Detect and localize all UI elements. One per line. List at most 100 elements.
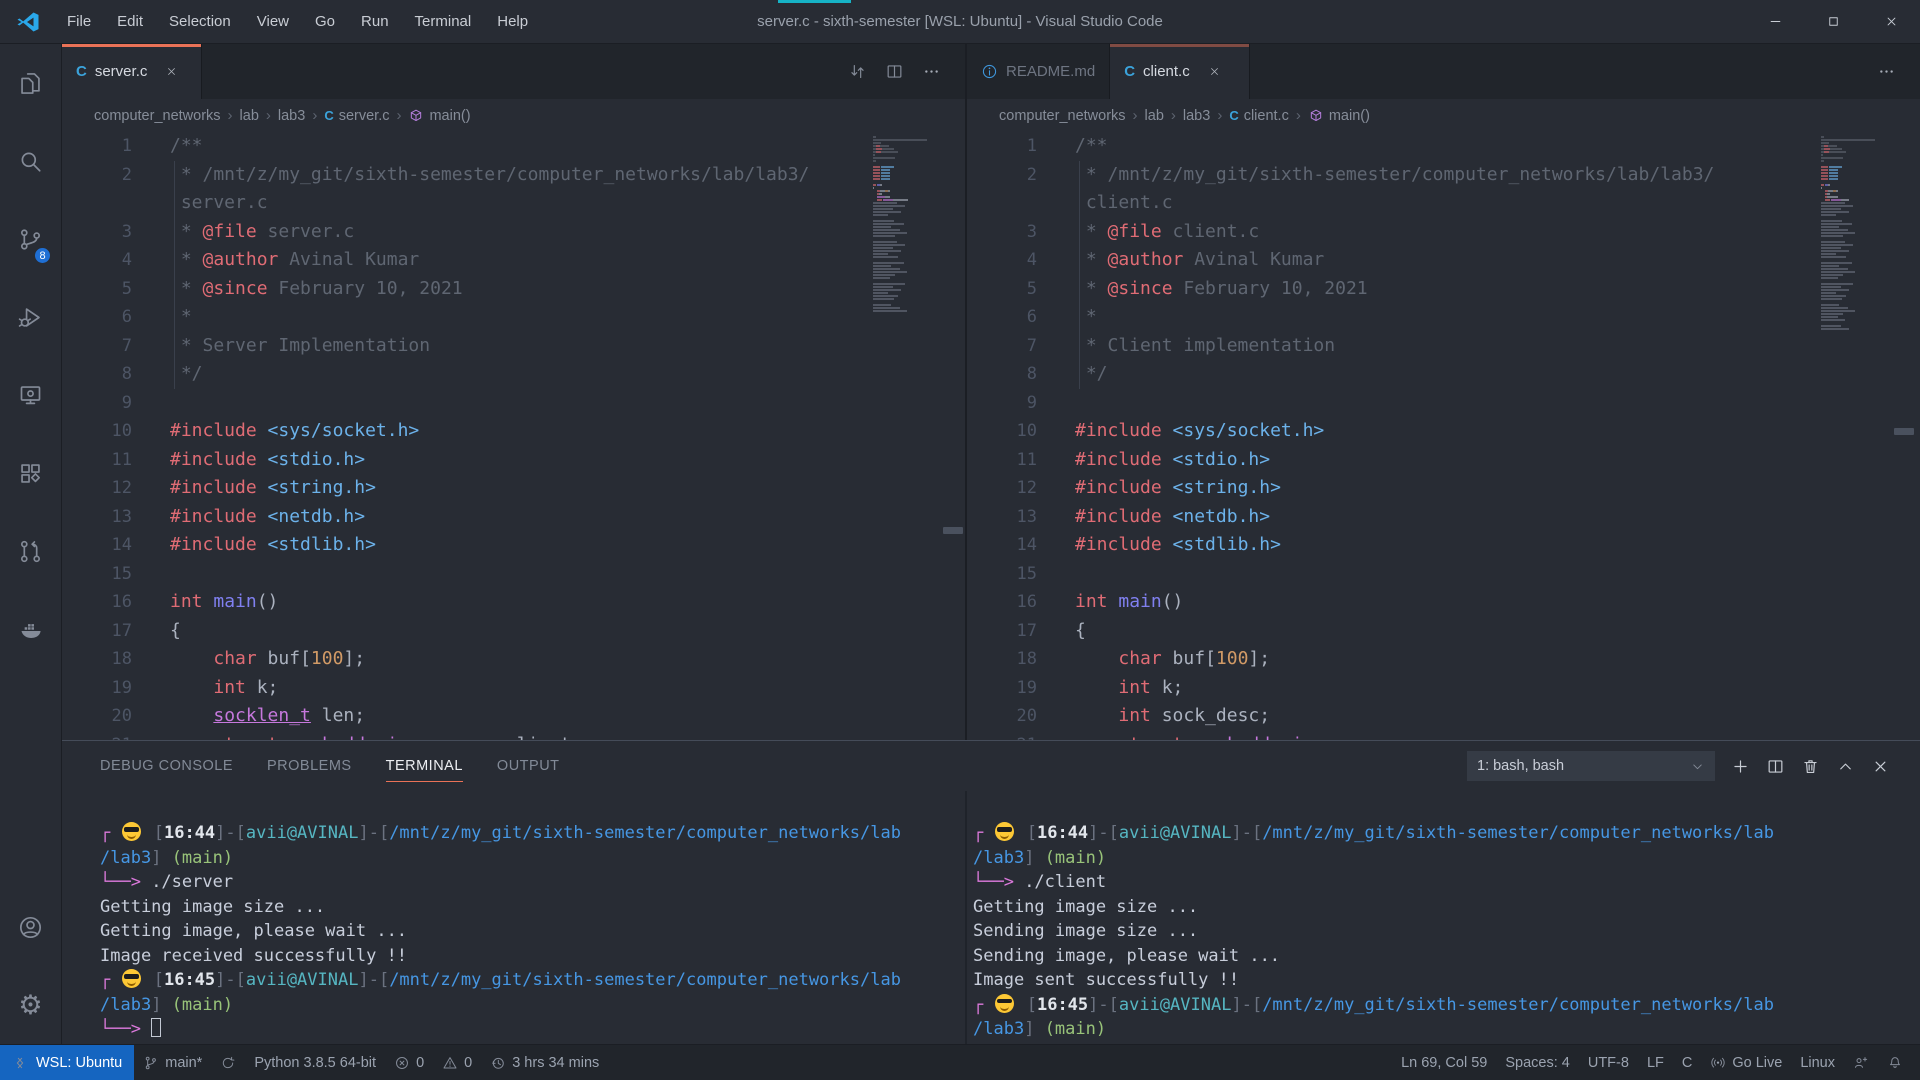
- code-line: 5 * @since February 10, 2021: [62, 275, 965, 304]
- panel-tab-terminal[interactable]: TERMINAL: [386, 741, 463, 791]
- panel-tab-output[interactable]: OUTPUT: [497, 741, 560, 791]
- breadcrumb: computer_networks›lab›lab3›Cserver.c›mai…: [62, 99, 965, 132]
- code-line: 2 * /mnt/z/my_git/sixth-semester/compute…: [967, 161, 1920, 190]
- code-line: 18 char buf[100];: [62, 645, 965, 674]
- code-editor[interactable]: 1/**2 * /mnt/z/my_git/sixth-semester/com…: [62, 132, 965, 740]
- minimap[interactable]: [873, 136, 927, 313]
- menu-file[interactable]: File: [54, 0, 104, 44]
- activity-account[interactable]: [0, 888, 61, 966]
- terminal-line: ┌ [16:45]-[avii@AVINAL]-[/mnt/z/my_git/s…: [100, 968, 965, 993]
- close-panel-button[interactable]: [1871, 757, 1890, 776]
- breadcrumb-item[interactable]: Cserver.c: [324, 108, 389, 124]
- kill-terminal-button[interactable]: [1801, 757, 1820, 776]
- activity-explorer[interactable]: [0, 44, 61, 122]
- minimize-button[interactable]: [1746, 0, 1804, 44]
- terminal-line: /lab3] (main): [100, 846, 965, 871]
- terminal-line: Image received successfully !!: [100, 944, 965, 969]
- account-icon: [17, 914, 44, 941]
- indent-guide: [174, 161, 175, 389]
- breadcrumb-item[interactable]: Cclient.c: [1229, 108, 1289, 124]
- tab-bar: README.mdCclient.c: [967, 44, 1920, 99]
- more-icon: [922, 62, 941, 81]
- scrollbar-slider[interactable]: [943, 527, 963, 534]
- minimap[interactable]: [1821, 136, 1875, 331]
- activity-settings[interactable]: ⚙: [0, 966, 61, 1044]
- breadcrumb-item[interactable]: main(): [408, 108, 470, 124]
- terminal-line: └──> ./server: [100, 870, 965, 895]
- status-bell[interactable]: [1878, 1045, 1912, 1080]
- terminal-left[interactable]: ┌ [16:44]-[avii@AVINAL]-[/mnt/z/my_git/s…: [62, 791, 965, 1044]
- activity-docker[interactable]: [0, 590, 61, 668]
- menu-view[interactable]: View: [244, 0, 302, 44]
- code-line: 12#include <string.h>: [62, 474, 965, 503]
- status-ln-69-col-59[interactable]: Ln 69, Col 59: [1392, 1045, 1496, 1080]
- status-3-hrs-34-mins[interactable]: 3 hrs 34 mins: [481, 1045, 608, 1080]
- tab-client.c[interactable]: Cclient.c: [1110, 44, 1250, 99]
- tab-server.c[interactable]: Cserver.c: [62, 44, 202, 99]
- breadcrumb-item[interactable]: computer_networks: [94, 108, 221, 124]
- activity-github-pull-requests[interactable]: [0, 512, 61, 590]
- code-line: 14#include <stdlib.h>: [62, 531, 965, 560]
- tab-README.md[interactable]: README.md: [967, 44, 1110, 99]
- menu-go[interactable]: Go: [302, 0, 348, 44]
- menu-run[interactable]: Run: [348, 0, 402, 44]
- status-python-3-8-5-64-bit[interactable]: Python 3.8.5 64-bit: [245, 1045, 385, 1080]
- c-file-icon: C: [1124, 63, 1135, 80]
- breadcrumb-item[interactable]: lab3: [1183, 108, 1210, 124]
- terminal-line: └──>: [100, 1017, 965, 1042]
- close-icon[interactable]: [1208, 65, 1221, 78]
- activity-remote-explorer[interactable]: [0, 356, 61, 434]
- status-lf[interactable]: LF: [1638, 1045, 1673, 1080]
- more-button[interactable]: [1877, 62, 1896, 81]
- menu-selection[interactable]: Selection: [156, 0, 244, 44]
- status-utf-8[interactable]: UTF-8: [1579, 1045, 1638, 1080]
- activity-run-and-debug[interactable]: [0, 278, 61, 356]
- status-go-live[interactable]: Go Live: [1701, 1045, 1791, 1080]
- code-line: 9: [62, 389, 965, 418]
- terminal-cursor: [151, 1018, 161, 1037]
- code-line: 1/**: [967, 132, 1920, 161]
- breadcrumb-item[interactable]: lab: [1145, 108, 1164, 124]
- maximize-button[interactable]: [1804, 0, 1862, 44]
- breadcrumb-item[interactable]: computer_networks: [999, 108, 1126, 124]
- kill-terminal-icon: [1801, 757, 1820, 776]
- panel-tab-debug-console[interactable]: DEBUG CONSOLE: [100, 741, 233, 791]
- close-icon[interactable]: [165, 65, 178, 78]
- activity-search[interactable]: [0, 122, 61, 200]
- breadcrumb-item[interactable]: lab3: [278, 108, 305, 124]
- menu-terminal[interactable]: Terminal: [402, 0, 485, 44]
- terminal-picker-dropdown[interactable]: 1: bash, bash: [1467, 751, 1715, 781]
- breadcrumb-separator: ›: [1217, 107, 1222, 124]
- docker-icon: [17, 616, 44, 643]
- activity-source-control[interactable]: 8: [0, 200, 61, 278]
- panel-tab-problems[interactable]: PROBLEMS: [267, 741, 352, 791]
- menu-edit[interactable]: Edit: [104, 0, 156, 44]
- status-0[interactable]: 0: [385, 1045, 433, 1080]
- close-button[interactable]: [1862, 0, 1920, 44]
- breadcrumb-item[interactable]: lab: [240, 108, 259, 124]
- status-0[interactable]: 0: [433, 1045, 481, 1080]
- status-c[interactable]: C: [1673, 1045, 1701, 1080]
- status-spaces-4[interactable]: Spaces: 4: [1496, 1045, 1579, 1080]
- terminal-line: /lab3] (main): [973, 1017, 1920, 1042]
- status-linux[interactable]: Linux: [1791, 1045, 1844, 1080]
- new-terminal-button[interactable]: [1731, 757, 1750, 776]
- split-terminal-icon: [1766, 757, 1785, 776]
- split-terminal-button[interactable]: [1766, 757, 1785, 776]
- status-sync[interactable]: [211, 1045, 245, 1080]
- breadcrumb-item[interactable]: main(): [1308, 108, 1370, 124]
- progress-accent-bar: [778, 0, 851, 3]
- code-editor[interactable]: 1/**2 * /mnt/z/my_git/sixth-semester/com…: [967, 132, 1920, 740]
- split-editor-button[interactable]: [885, 62, 904, 81]
- breadcrumb: computer_networks›lab›lab3›Cclient.c›mai…: [967, 99, 1920, 132]
- status-wsl-ubuntu[interactable]: WSL: Ubuntu: [0, 1045, 134, 1080]
- status-main[interactable]: main*: [134, 1045, 211, 1080]
- open-changes-button[interactable]: [848, 62, 867, 81]
- status-feedback[interactable]: [1844, 1045, 1878, 1080]
- more-button[interactable]: [922, 62, 941, 81]
- menu-help[interactable]: Help: [484, 0, 541, 44]
- terminal-right[interactable]: ┌ [16:44]-[avii@AVINAL]-[/mnt/z/my_git/s…: [967, 791, 1920, 1044]
- activity-extensions[interactable]: [0, 434, 61, 512]
- maximize-panel-button[interactable]: [1836, 757, 1855, 776]
- scrollbar-slider[interactable]: [1894, 428, 1914, 435]
